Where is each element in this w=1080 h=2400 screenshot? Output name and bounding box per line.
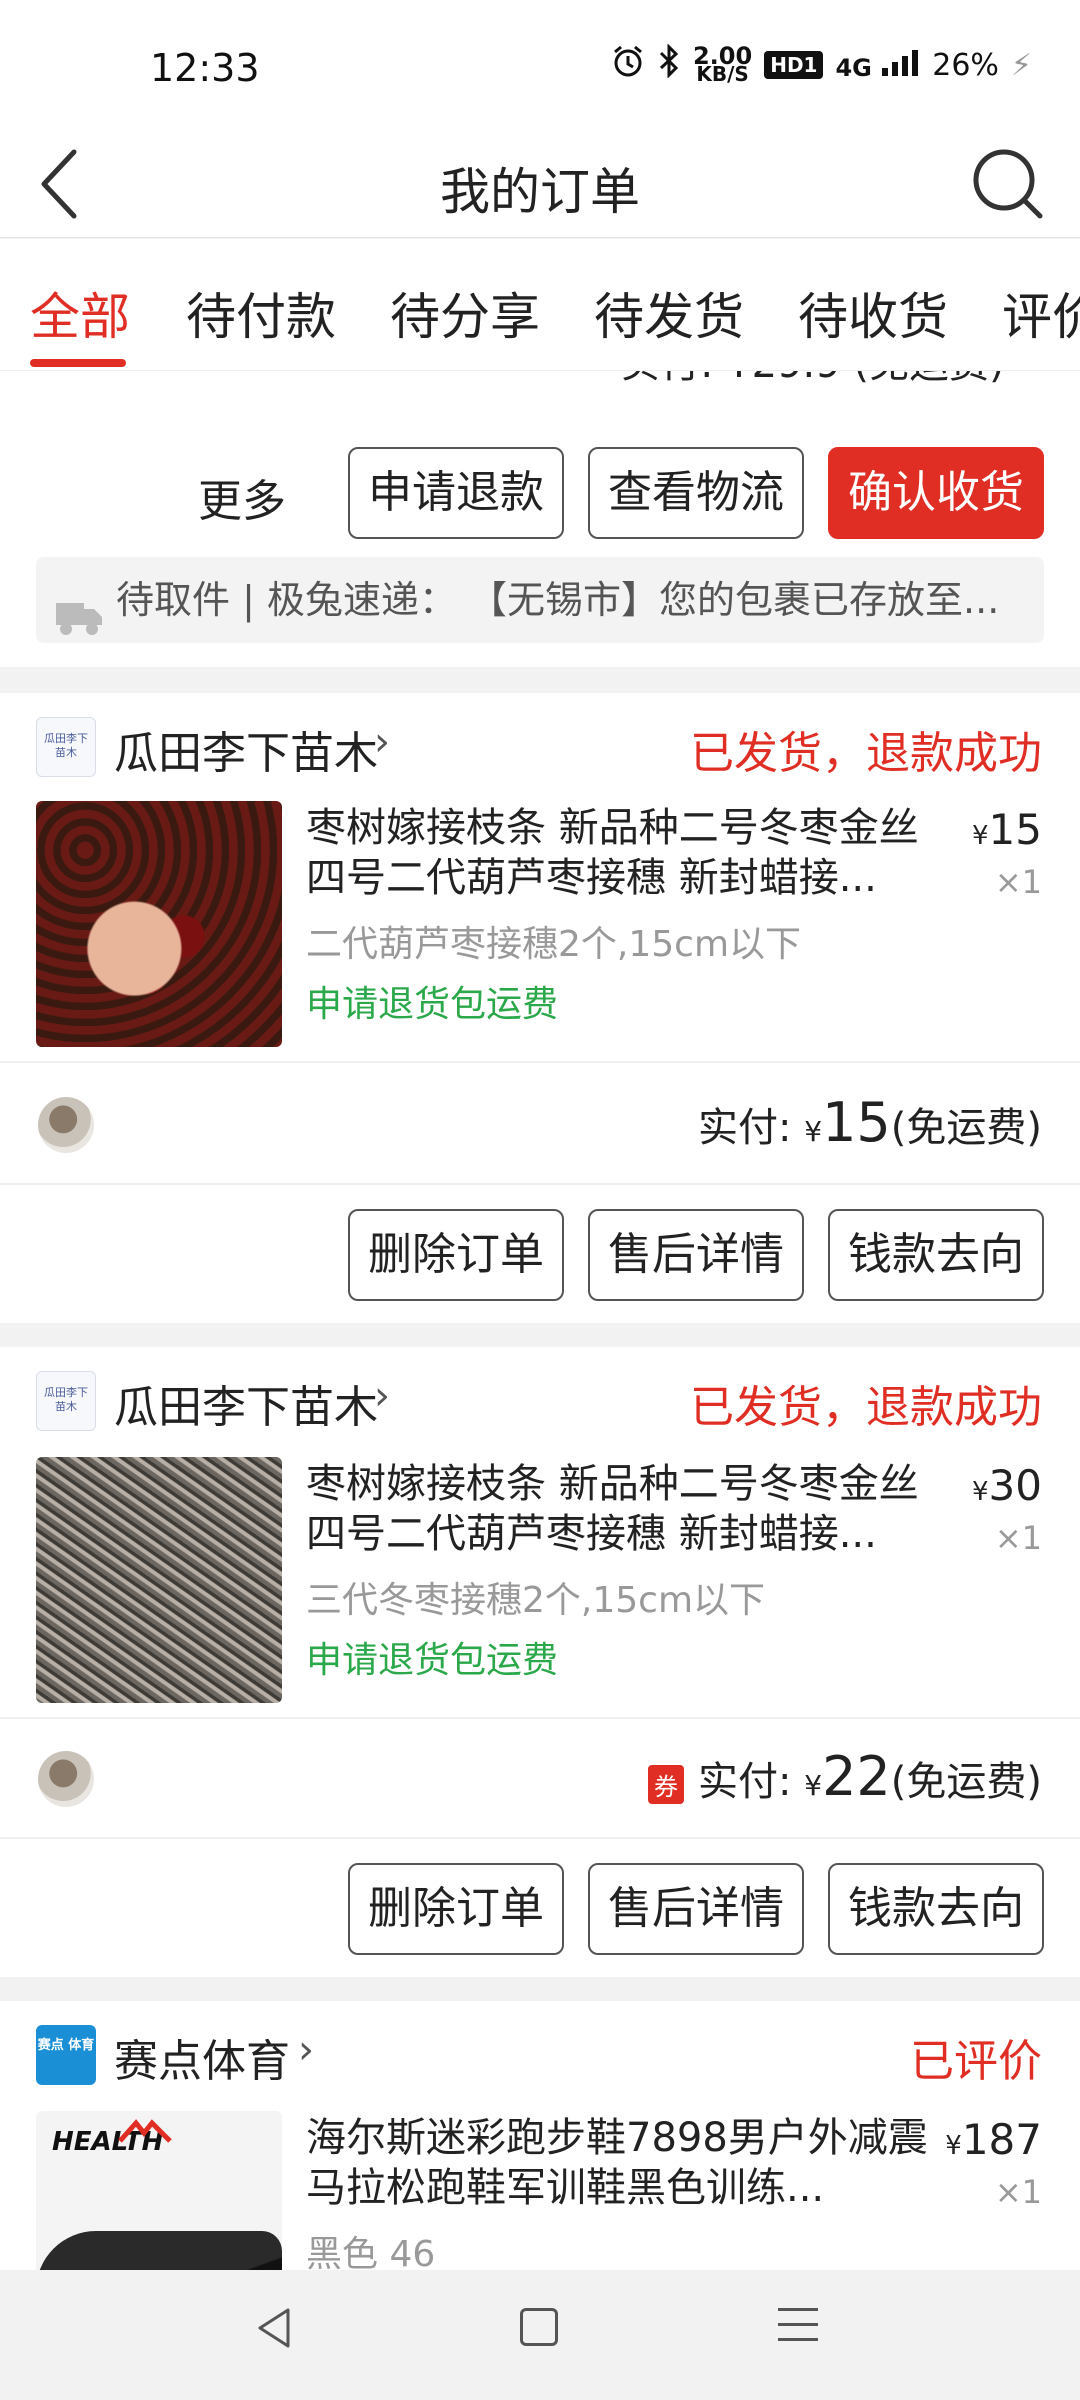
divider xyxy=(0,1183,1080,1185)
delete-order-button[interactable]: 删除订单 xyxy=(348,1209,564,1301)
status-bar: 12:33 2.00 KB/S HD1 4G 26% ⚡ xyxy=(0,0,1080,130)
page-title: 我的订单 xyxy=(440,163,640,221)
shop-logo: 瓜田李下 苗木 xyxy=(36,717,96,777)
coupon-badge: 券 xyxy=(648,1764,685,1804)
product-title[interactable]: 海尔斯迷彩跑步鞋7898男户外减震马拉松跑鞋军训鞋黑色训练... xyxy=(306,2113,946,2213)
view-logistics-button[interactable]: 查看物流 xyxy=(588,447,804,539)
after-sales-details-button[interactable]: 售后详情 xyxy=(588,1209,804,1301)
alarm-icon xyxy=(611,44,645,86)
header: 我的订单 xyxy=(0,130,1080,238)
battery-level: 26% xyxy=(932,47,999,83)
network-speed: 2.00 KB/S xyxy=(692,42,753,86)
shop-logo: 赛点 体育 xyxy=(36,2025,96,2085)
avatar xyxy=(38,1751,94,1807)
order-status: 已发货，退款成功 xyxy=(690,728,1042,779)
tab-pending-shipment[interactable]: 待发货 xyxy=(594,277,744,349)
order-list[interactable]: 实付: ¥29.9 (免运费) 更多 申请退款 查看物流 确认收货 待取件 | … xyxy=(0,371,1080,2271)
logistics-info[interactable]: 待取件 | 极兔速递： 【无锡市】您的包裹已存放至... xyxy=(36,557,1044,643)
tab-review[interactable]: 评价 xyxy=(1002,277,1080,349)
nav-recents-icon[interactable] xyxy=(778,2308,818,2353)
delete-order-button[interactable]: 删除订单 xyxy=(348,1863,564,1955)
divider xyxy=(0,1837,1080,1839)
signal-icon: 4G xyxy=(835,48,920,82)
shoe-shape xyxy=(36,2231,282,2271)
paid-amount-partial: 实付: ¥29.9 (免运费) xyxy=(620,371,1005,389)
order-status: 已发货，退款成功 xyxy=(690,1382,1042,1433)
product-image[interactable] xyxy=(36,801,282,1047)
active-tab-indicator xyxy=(30,359,126,367)
request-refund-button[interactable]: 申请退款 xyxy=(348,447,564,539)
charging-icon: ⚡ xyxy=(1010,47,1032,83)
tab-pending-receipt[interactable]: 待收货 xyxy=(798,277,948,349)
confirm-receipt-button[interactable]: 确认收货 xyxy=(828,447,1044,539)
product-quantity: ×1 xyxy=(994,2173,1042,2211)
product-title[interactable]: 枣树嫁接枝条 新品种二号冬枣金丝四号二代葫芦枣接穗 新封蜡接... xyxy=(306,1459,946,1559)
product-title[interactable]: 枣树嫁接枝条 新品种二号冬枣金丝四号二代葫芦枣接穗 新封蜡接... xyxy=(306,803,946,903)
return-shipping-tag: 申请退货包运费 xyxy=(306,1640,559,1681)
order-card[interactable]: 瓜田李下 苗木 瓜田李下苗木 › 已发货，退款成功 枣树嫁接枝条 新品种二号冬枣… xyxy=(0,693,1080,1323)
product-spec: 二代葫芦枣接穗2个,15cm以下 xyxy=(306,924,802,965)
refund-status-button[interactable]: 钱款去向 xyxy=(828,1863,1044,1955)
shop-name[interactable]: 赛点体育 xyxy=(114,2025,290,2089)
avatar xyxy=(38,1097,94,1153)
brand-logo-mark-icon xyxy=(118,2119,172,2143)
tab-pending-payment[interactable]: 待付款 xyxy=(186,277,336,349)
refund-status-button[interactable]: 钱款去向 xyxy=(828,1209,1044,1301)
truck-icon xyxy=(56,581,102,635)
product-quantity: ×1 xyxy=(994,863,1042,901)
after-sales-details-button[interactable]: 售后详情 xyxy=(588,1863,804,1955)
bluetooth-icon xyxy=(657,43,681,86)
order-card: 实付: ¥29.9 (免运费) 更多 申请退款 查看物流 确认收货 待取件 | … xyxy=(0,371,1080,667)
status-icons: 2.00 KB/S HD1 4G 26% ⚡ xyxy=(611,42,1032,86)
chevron-right-icon: › xyxy=(374,1373,390,1419)
system-nav-bar xyxy=(0,2270,1080,2400)
product-spec: 黑色 46 xyxy=(306,2234,436,2271)
shop-logo: 瓜田李下 苗木 xyxy=(36,1371,96,1431)
order-card[interactable]: 赛点 体育 赛点体育 › 已评价 HEALTH 海尔斯迷彩跑步鞋7898男户外减… xyxy=(0,2001,1080,2271)
tab-all[interactable]: 全部 xyxy=(30,277,130,349)
divider xyxy=(0,1717,1080,1719)
search-icon[interactable] xyxy=(968,144,1048,224)
divider xyxy=(0,1061,1080,1063)
paid-amount: 券实付: ¥22(免运费) xyxy=(648,1745,1042,1808)
product-price: ¥187 xyxy=(945,2115,1042,2164)
shop-name[interactable]: 瓜田李下苗木 xyxy=(114,1371,378,1435)
order-card[interactable]: 瓜田李下 苗木 瓜田李下苗木 › 已发货，退款成功 枣树嫁接枝条 新品种二号冬枣… xyxy=(0,1347,1080,1977)
product-quantity: ×1 xyxy=(994,1519,1042,1557)
hd-badge: HD1 xyxy=(764,51,824,79)
nav-home-icon[interactable] xyxy=(520,2308,558,2346)
product-spec: 三代冬枣接穗2个,15cm以下 xyxy=(306,1580,766,1621)
product-price: ¥30 xyxy=(972,1461,1042,1510)
chevron-right-icon: › xyxy=(374,719,390,765)
order-status: 已评价 xyxy=(910,2036,1042,2087)
chevron-right-icon: › xyxy=(298,2027,314,2073)
order-tabs: 全部 待付款 待分享 待发货 待收货 评价 xyxy=(0,239,1080,371)
shop-name[interactable]: 瓜田李下苗木 xyxy=(114,717,378,781)
more-button[interactable]: 更多 xyxy=(198,465,286,529)
paid-amount: 实付: ¥15(免运费) xyxy=(698,1091,1042,1154)
logistics-text: 待取件 | 极兔速递： 【无锡市】您的包裹已存放至... xyxy=(116,578,1000,622)
return-shipping-tag: 申请退货包运费 xyxy=(306,984,559,1025)
product-image[interactable] xyxy=(36,1457,282,1703)
product-price: ¥15 xyxy=(972,805,1042,854)
product-image[interactable]: HEALTH xyxy=(36,2111,282,2271)
nav-back-icon[interactable] xyxy=(254,2306,294,2354)
status-time: 12:33 xyxy=(150,46,260,90)
screen: 12:33 2.00 KB/S HD1 4G 26% ⚡ 我的订单 全部 待付款… xyxy=(0,0,1080,2400)
tab-pending-share[interactable]: 待分享 xyxy=(390,277,540,349)
